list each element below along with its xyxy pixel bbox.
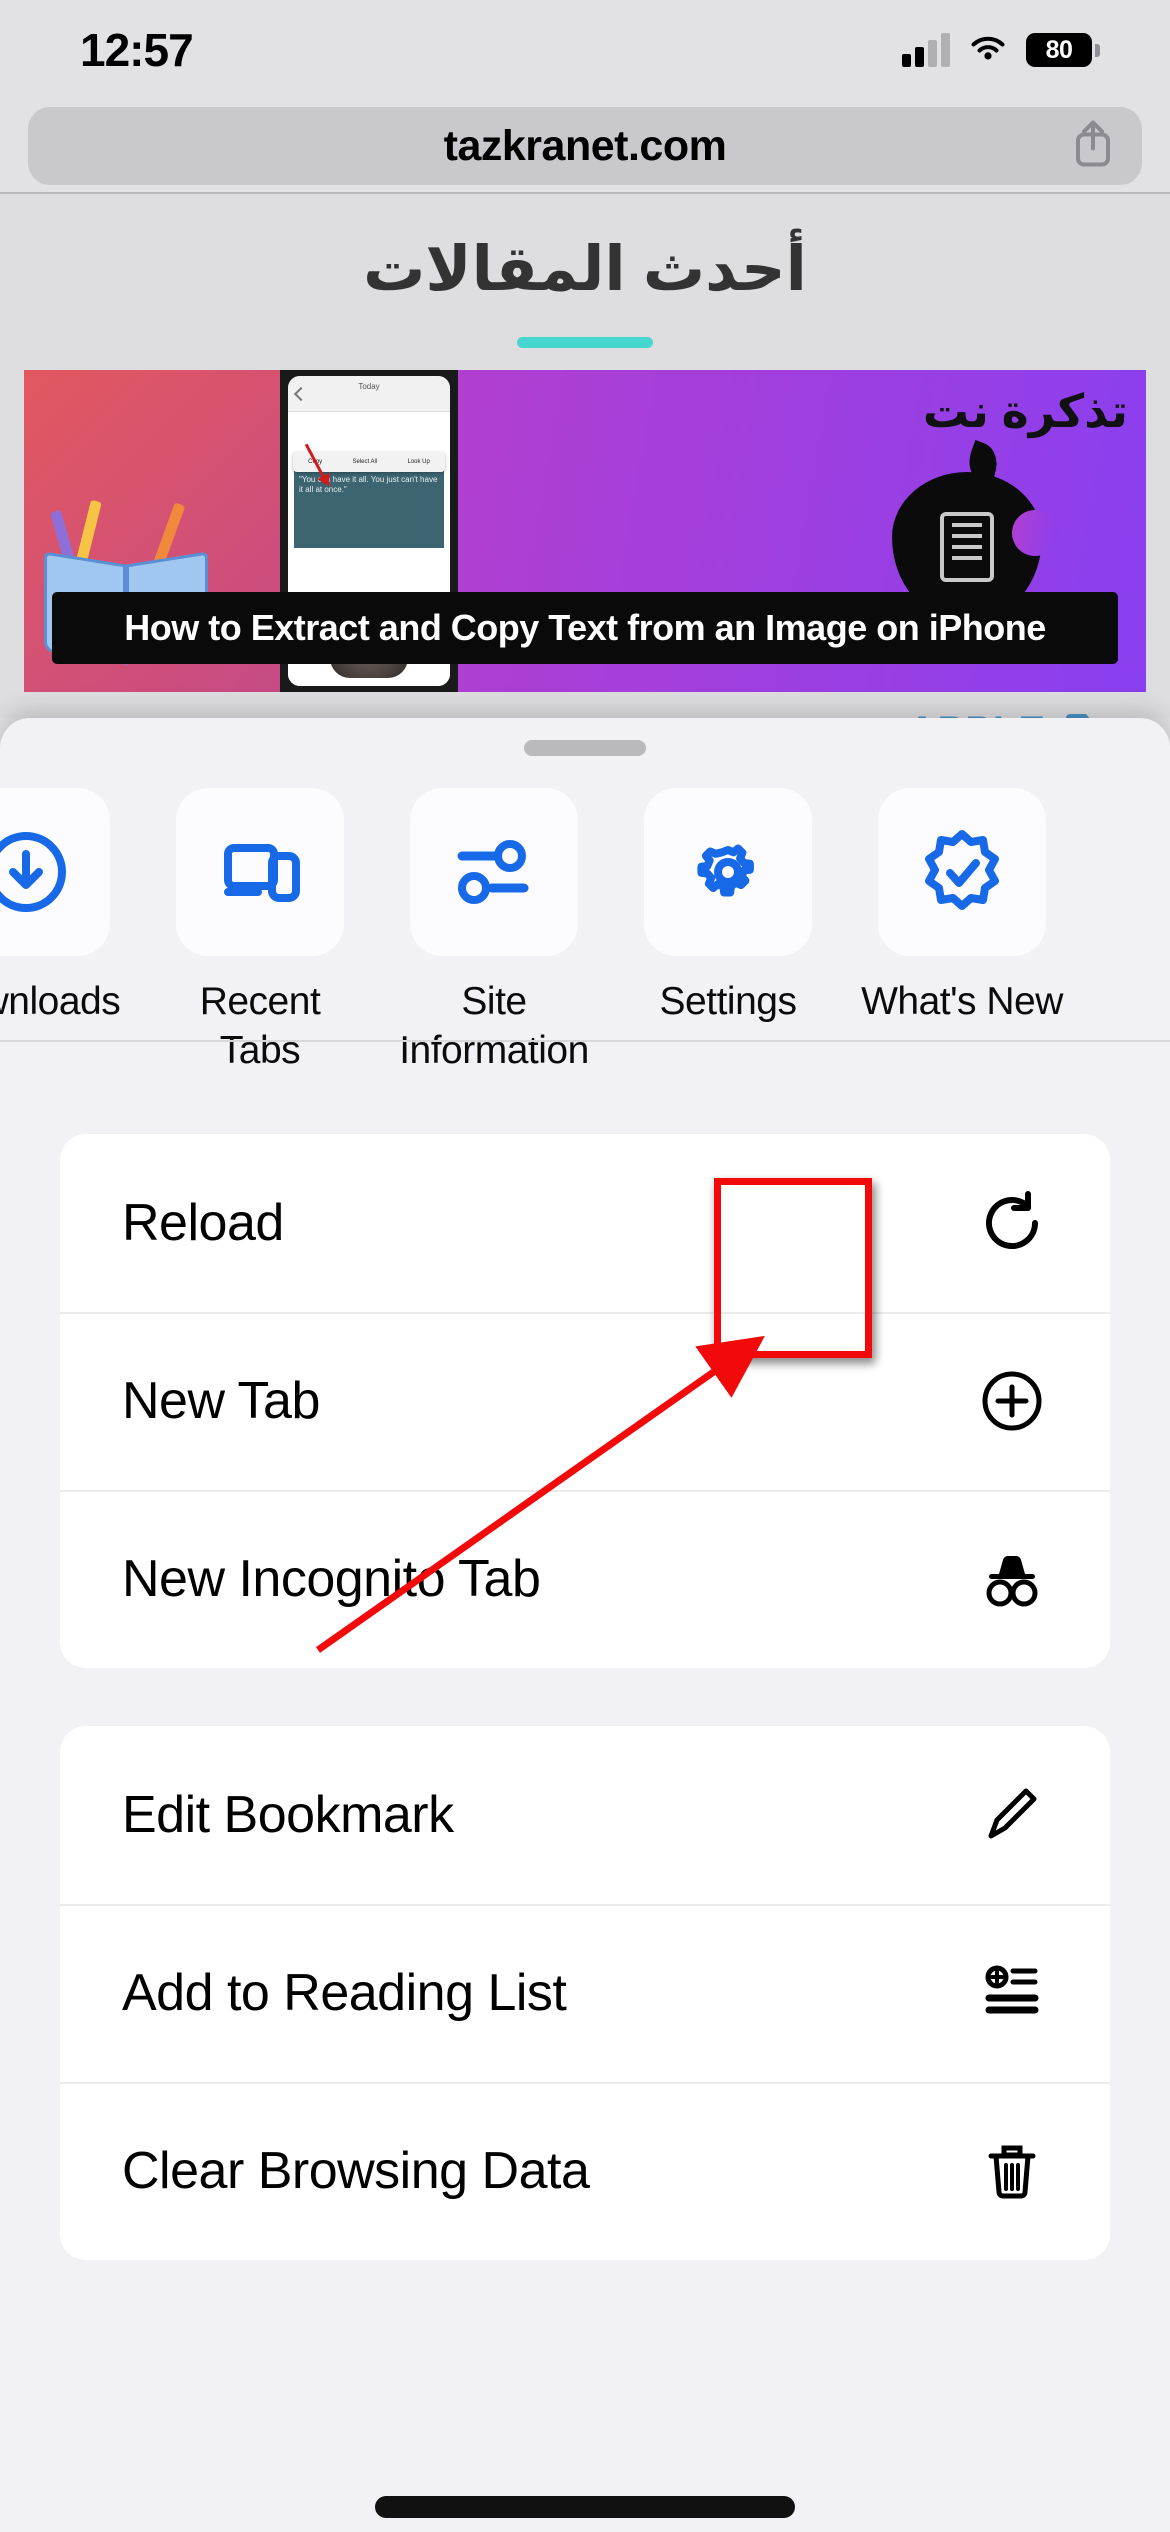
menu-item-new-incognito-tab[interactable]: New Incognito Tab (60, 1489, 1110, 1668)
menu-item-edit-bookmark-label: Edit Bookmark (122, 1785, 454, 1844)
shortcut-label-downloads: Downloads (0, 980, 121, 1023)
plus-circle-icon (976, 1365, 1048, 1437)
menu-item-add-to-reading-list[interactable]: Add to Reading List (60, 1903, 1110, 2082)
site-logo-text: تذكرة نت (922, 385, 1128, 437)
menu-item-add-to-reading-list-label: Add to Reading List (122, 1963, 567, 2022)
article-caption: How to Extract and Copy Text from an Ima… (52, 592, 1118, 664)
web-page-content: أحدث المقالات Today "You have it all. Yo… (0, 194, 1170, 718)
popup-item-select-all: Select All (352, 459, 378, 465)
trash-icon (976, 2135, 1048, 2207)
add-to-list-icon (976, 1957, 1048, 2029)
address-bar[interactable]: tazkranet.com (28, 107, 1142, 185)
menu-separator (0, 1040, 1170, 1042)
article-caption-text: How to Extract and Copy Text from an Ima… (124, 607, 1046, 648)
shortcut-whats-new[interactable]: What's New (858, 788, 1066, 1027)
phone-quote-text: "You can have it all. You just can't hav… (294, 470, 444, 548)
menu-item-new-tab-label: New Tab (122, 1371, 320, 1430)
pencil-icon (976, 1779, 1048, 1851)
status-clock: 12:57 (80, 24, 194, 76)
wifi-icon (971, 36, 1005, 60)
shortcut-label-recent-tabs: Recent Tabs (199, 980, 321, 1072)
title-underline (517, 337, 653, 348)
status-bar: 12:57 80 (0, 0, 1170, 100)
shortcut-settings[interactable]: Settings (624, 788, 832, 1027)
menu-item-new-incognito-tab-label: New Incognito Tab (122, 1549, 541, 1608)
article-card[interactable]: Today "You can have it all. You just can… (0, 370, 1170, 692)
menu-item-clear-browsing-data-label: Clear Browsing Data (122, 2141, 590, 2200)
battery-percent: 80 (1045, 35, 1073, 64)
menu-item-new-tab[interactable]: New Tab (60, 1311, 1110, 1490)
shortcut-label-settings: Settings (659, 980, 797, 1023)
reload-icon (976, 1187, 1048, 1259)
shortcut-recent-tabs[interactable]: Recent Tabs (156, 788, 364, 1076)
category-label: APPLE (908, 709, 1046, 719)
battery-icon: 80 (1026, 33, 1100, 67)
menu-group-1: Reload New Tab New Incognito Tab (60, 1133, 1110, 1668)
shortcut-label-whats-new: What's New (861, 980, 1063, 1023)
shortcut-label-site-information: Site Information (399, 980, 589, 1072)
shortcut-downloads[interactable]: Downloads (0, 788, 130, 1027)
menu-group-2: Edit Bookmark Add to Reading List Clear … (60, 1725, 1110, 2260)
folder-icon (1066, 714, 1090, 718)
page-title: أحدث المقالات (363, 235, 807, 304)
document-icon (940, 512, 994, 582)
verified-check-icon (925, 830, 999, 910)
url-text: tazkranet.com (443, 121, 727, 170)
menu-shortcut-row: Downloads Recent Tabs (0, 756, 1170, 1076)
menu-item-reload-label: Reload (122, 1193, 284, 1252)
cellular-bars-icon (902, 33, 950, 67)
browser-menu-sheet: Downloads Recent Tabs (0, 718, 1170, 2532)
menu-item-clear-browsing-data[interactable]: Clear Browsing Data (60, 2081, 1110, 2260)
sheet-drag-handle[interactable] (524, 740, 646, 756)
status-indicators: 80 (902, 33, 1100, 67)
phone-screen: 12:57 80 tazkranet.com أحدث المقالات Tod… (0, 0, 1170, 2532)
incognito-icon (976, 1543, 1048, 1615)
shortcut-site-information[interactable]: Site Information (390, 788, 598, 1076)
home-indicator (375, 2496, 795, 2518)
article-category[interactable]: APPLE (0, 692, 1170, 718)
download-circle-icon (0, 832, 66, 912)
share-icon[interactable] (1070, 117, 1116, 176)
sliders-icon (457, 840, 529, 904)
menu-item-edit-bookmark[interactable]: Edit Bookmark (60, 1726, 1110, 1904)
menu-item-reload[interactable]: Reload (60, 1134, 1110, 1312)
browser-toolbar: tazkranet.com (0, 100, 1170, 192)
phone-today-label: Today (358, 382, 380, 391)
popup-item-look-up: Look Up (407, 459, 430, 465)
devices-icon (224, 844, 300, 902)
gear-icon (697, 844, 754, 897)
